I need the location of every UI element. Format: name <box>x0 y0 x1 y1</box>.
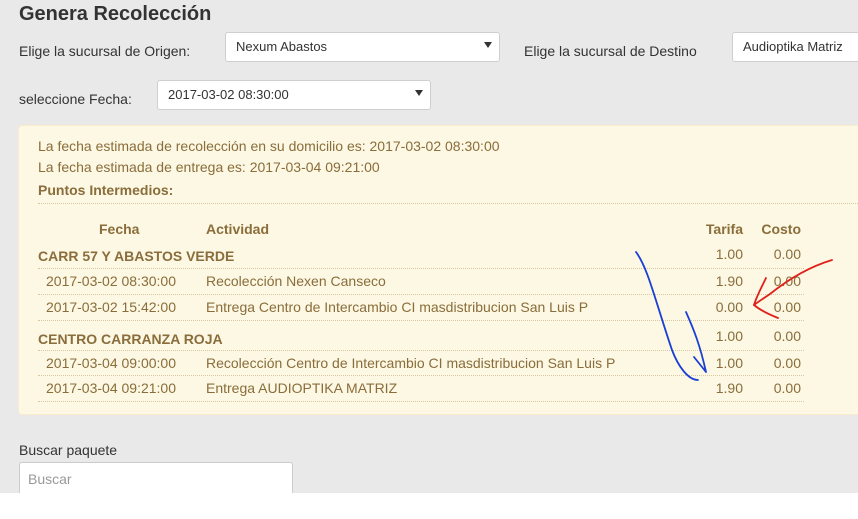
origin-select-value: Nexum Abastos <box>236 39 328 54</box>
pickup-estimate: La fecha estimada de recolección en su d… <box>38 138 500 154</box>
group-tarifa: 1.00 <box>715 328 743 344</box>
row-costo: 0.00 <box>773 355 801 371</box>
col-actividad: Actividad <box>206 221 270 237</box>
col-tarifa: Tarifa <box>705 221 743 237</box>
row-actividad: Recolección Nexen Canseco <box>206 273 386 289</box>
group-name: CENTRO CARRANZA ROJA <box>38 331 223 347</box>
group-name: CARR 57 Y ABASTOS VERDE <box>38 248 235 264</box>
destination-label: Elige la sucursal de Destino <box>524 43 697 59</box>
row-fecha: 2017-03-04 09:21:00 <box>46 380 176 396</box>
origin-label: Elige la sucursal de Origen: <box>19 43 191 59</box>
row-tarifa: 1.90 <box>715 380 743 396</box>
divider <box>38 375 804 376</box>
group-costo: 0.00 <box>773 246 801 262</box>
info-alert: La fecha estimada de recolección en su d… <box>18 125 858 415</box>
row-actividad: Entrega Centro de Intercambio CI masdist… <box>206 299 589 315</box>
row-costo: 0.00 <box>773 273 801 289</box>
group-costo: 0.00 <box>773 328 801 344</box>
date-select-value: 2017-03-02 08:30:00 <box>168 87 289 102</box>
row-costo: 0.00 <box>773 299 801 315</box>
row-actividad: Entrega AUDIOPTIKA MATRIZ <box>206 380 398 396</box>
origin-select[interactable]: Nexum Abastos <box>225 32 500 62</box>
divider <box>38 350 804 351</box>
page-title: Genera Recolección <box>19 3 212 25</box>
row-costo: 0.00 <box>773 380 801 396</box>
row-actividad: Recolección Centro de Intercambio CI mas… <box>206 355 616 371</box>
row-tarifa: 0.00 <box>715 299 743 315</box>
row-tarifa: 1.00 <box>715 355 743 371</box>
recoleccion-panel: Genera Recolección Elige la sucursal de … <box>0 0 858 493</box>
row-fecha: 2017-03-02 15:42:00 <box>46 299 176 315</box>
destination-select[interactable]: Audioptika Matriz <box>732 32 858 62</box>
col-fecha: Fecha <box>99 221 140 237</box>
search-input[interactable] <box>19 462 293 493</box>
destination-select-value: Audioptika Matriz <box>743 39 843 54</box>
search-label: Buscar paquete <box>19 442 118 458</box>
divider <box>38 294 804 295</box>
divider <box>38 320 804 321</box>
col-costo: Costo <box>761 221 801 237</box>
group-tarifa: 1.00 <box>715 246 743 262</box>
divider <box>38 268 804 269</box>
divider <box>38 401 804 402</box>
chevron-down-icon <box>415 90 423 96</box>
date-select[interactable]: 2017-03-02 08:30:00 <box>157 80 431 110</box>
intermediate-heading: Puntos Intermedios: <box>38 182 174 198</box>
row-fecha: 2017-03-04 09:00:00 <box>46 355 176 371</box>
divider <box>38 203 858 204</box>
row-fecha: 2017-03-02 08:30:00 <box>46 273 176 289</box>
delivery-estimate: La fecha estimada de entrega es: 2017-03… <box>38 159 380 175</box>
row-tarifa: 1.90 <box>715 273 743 289</box>
date-label: seleccione Fecha: <box>19 91 132 107</box>
chevron-down-icon <box>484 42 492 48</box>
